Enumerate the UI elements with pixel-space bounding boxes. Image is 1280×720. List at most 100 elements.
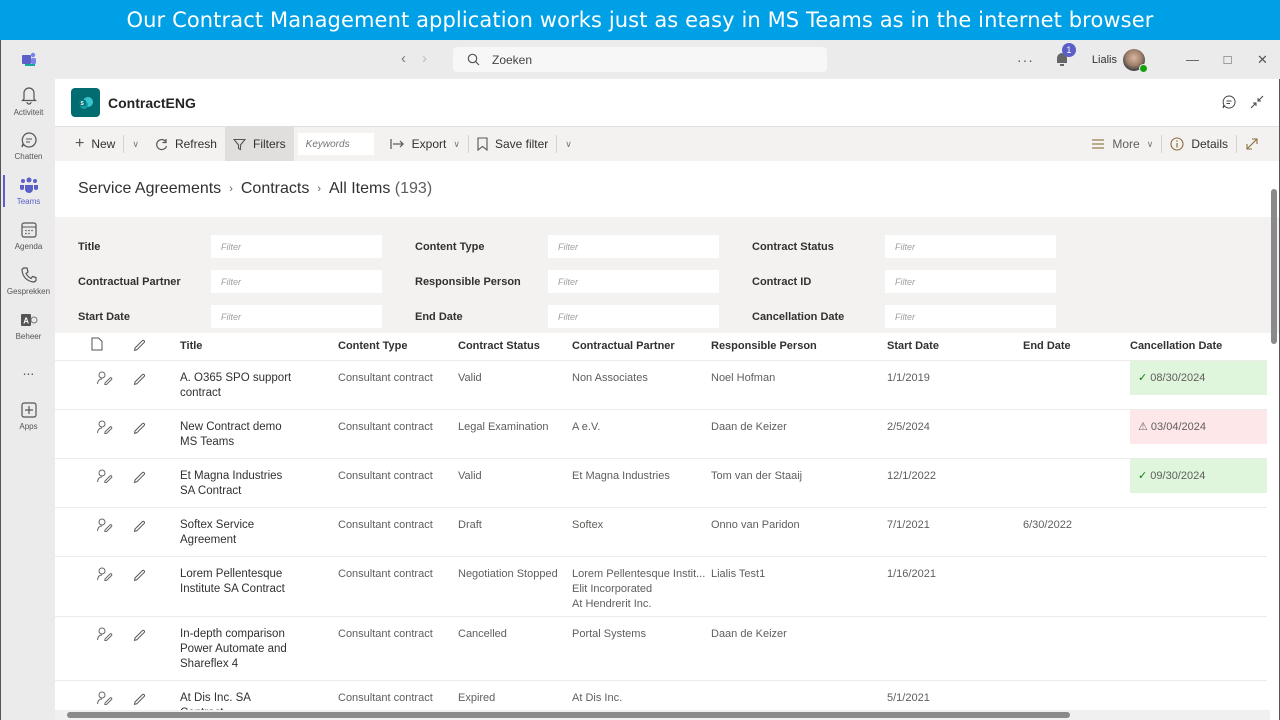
- breadcrumb-item[interactable]: Contracts: [241, 180, 309, 198]
- teams-search-input[interactable]: Zoeken: [453, 47, 827, 72]
- more-options-button[interactable]: ···: [1017, 52, 1034, 68]
- column-header-end-date[interactable]: End Date: [1023, 332, 1130, 361]
- rail-item-chat[interactable]: Chatten: [1, 131, 56, 161]
- filter-end-date-input[interactable]: [548, 305, 719, 328]
- rail-more-button[interactable]: ...: [1, 362, 56, 378]
- pencil-icon[interactable]: [132, 556, 180, 617]
- forward-button[interactable]: ›: [422, 50, 427, 67]
- pencil-icon[interactable]: [132, 507, 180, 557]
- collapse-icon[interactable]: [1249, 94, 1265, 110]
- expand-button[interactable]: [1237, 127, 1279, 161]
- export-button[interactable]: Export ∨: [382, 127, 468, 161]
- row-title-link[interactable]: Et Magna Industries SA Contract: [180, 469, 292, 499]
- pencil-icon[interactable]: [132, 627, 146, 641]
- keywords-input[interactable]: [297, 133, 374, 155]
- cell-content-type: Consultant contract: [338, 616, 458, 681]
- assign-person-icon[interactable]: [91, 409, 132, 459]
- table-row[interactable]: A. O365 SPO support contract Consultant c…: [55, 360, 1267, 410]
- details-button[interactable]: Details: [1162, 127, 1236, 161]
- column-header-start-date[interactable]: Start Date: [887, 332, 1023, 361]
- cell-title[interactable]: Lorem Pellentesque Institute SA Contract: [180, 556, 338, 617]
- filter-start-date-input[interactable]: [211, 305, 382, 328]
- notifications-button[interactable]: 1: [1054, 42, 1076, 70]
- cell-title[interactable]: Et Magna Industries SA Contract: [180, 458, 338, 508]
- pencil-icon[interactable]: [132, 458, 180, 508]
- column-header-cancellation-date[interactable]: Cancellation Date: [1130, 332, 1267, 361]
- column-header-content-type[interactable]: Content Type: [338, 332, 458, 361]
- row-title-link[interactable]: Softex Service Agreement: [180, 518, 292, 548]
- assign-person-icon[interactable]: [97, 567, 113, 581]
- assign-person-icon[interactable]: [91, 458, 132, 508]
- column-header-contractual-partner[interactable]: Contractual Partner: [572, 332, 711, 361]
- column-header-title[interactable]: Title: [180, 332, 338, 361]
- filter-contractual-partner-input[interactable]: [211, 270, 382, 293]
- table-row[interactable]: Lorem Pellentesque Institute SA Contract…: [55, 556, 1267, 617]
- filter-contract-status-input[interactable]: [885, 235, 1056, 258]
- row-title-link[interactable]: A. O365 SPO support contract: [180, 371, 292, 401]
- save-filter-dropdown[interactable]: ∨: [557, 127, 580, 161]
- new-button[interactable]: + New: [55, 127, 123, 161]
- filter-contract-id-input[interactable]: [885, 270, 1056, 293]
- assign-person-icon[interactable]: [97, 469, 113, 483]
- breadcrumb-item[interactable]: Service Agreements: [78, 180, 221, 198]
- column-header-responsible-person[interactable]: Responsible Person: [711, 332, 887, 361]
- assign-person-icon[interactable]: [91, 556, 132, 617]
- filter-cancellation-date-input[interactable]: [885, 305, 1056, 328]
- pencil-icon[interactable]: [132, 691, 146, 705]
- assign-person-icon[interactable]: [97, 371, 113, 385]
- rail-item-apps[interactable]: Apps: [1, 401, 56, 431]
- cell-title[interactable]: Softex Service Agreement: [180, 507, 338, 557]
- assign-person-icon[interactable]: [91, 616, 132, 681]
- row-title-link[interactable]: In-depth comparison Power Automate and S…: [180, 627, 292, 672]
- pencil-icon[interactable]: [132, 518, 146, 532]
- filter-content-type-input[interactable]: [548, 235, 719, 258]
- cell-title[interactable]: In-depth comparison Power Automate and S…: [180, 616, 338, 681]
- table-row[interactable]: Softex Service Agreement Consultant contr…: [55, 507, 1267, 557]
- pencil-icon[interactable]: [132, 469, 146, 483]
- cell-title[interactable]: New Contract demo MS Teams: [180, 409, 338, 459]
- vertical-scrollbar[interactable]: [1270, 174, 1278, 709]
- scroll-thumb[interactable]: [67, 712, 1070, 718]
- pencil-icon[interactable]: [132, 360, 180, 410]
- row-title-link[interactable]: New Contract demo MS Teams: [180, 420, 292, 450]
- assign-person-icon[interactable]: [97, 691, 113, 705]
- scroll-thumb[interactable]: [1271, 189, 1277, 344]
- cell-title[interactable]: A. O365 SPO support contract: [180, 360, 338, 410]
- doc-column-header[interactable]: [91, 332, 132, 361]
- assign-person-icon[interactable]: [91, 360, 132, 410]
- column-header-contract-status[interactable]: Contract Status: [458, 332, 572, 361]
- rail-item-admin[interactable]: A Beheer: [1, 311, 56, 341]
- more-button[interactable]: More ∨: [1083, 127, 1161, 161]
- new-dropdown-button[interactable]: ∨: [124, 127, 147, 161]
- rail-item-calls[interactable]: Gesprekken: [1, 266, 56, 296]
- pencil-icon[interactable]: [132, 409, 180, 459]
- pencil-icon[interactable]: [132, 371, 146, 385]
- table-row[interactable]: Et Magna Industries SA Contract Consultan…: [55, 458, 1267, 508]
- maximize-button[interactable]: □: [1210, 52, 1245, 68]
- back-button[interactable]: ‹: [401, 50, 406, 67]
- table-row[interactable]: New Contract demo MS Teams Consultant con…: [55, 409, 1267, 459]
- filters-button[interactable]: Filters: [224, 127, 294, 161]
- assign-person-icon[interactable]: [97, 627, 113, 641]
- assign-person-icon[interactable]: [97, 518, 113, 532]
- save-filter-button[interactable]: Save filter: [469, 127, 556, 161]
- pencil-icon[interactable]: [132, 616, 180, 681]
- refresh-button[interactable]: Refresh: [147, 127, 225, 161]
- rail-item-teams[interactable]: Teams: [1, 176, 56, 206]
- assign-person-icon[interactable]: [91, 507, 132, 557]
- edit-column-header[interactable]: [132, 332, 180, 361]
- pencil-icon[interactable]: [132, 567, 146, 581]
- table-row[interactable]: In-depth comparison Power Automate and S…: [55, 616, 1267, 681]
- rail-item-calendar[interactable]: Agenda: [1, 221, 56, 251]
- pencil-icon[interactable]: [132, 420, 146, 434]
- close-window-button[interactable]: ✕: [1245, 52, 1280, 68]
- conversation-icon[interactable]: [1221, 94, 1237, 110]
- minimize-button[interactable]: —: [1175, 52, 1210, 68]
- filter-responsible-person-input[interactable]: [548, 270, 719, 293]
- assign-person-icon[interactable]: [97, 420, 113, 434]
- horizontal-scrollbar[interactable]: [55, 710, 1270, 720]
- rail-item-activity[interactable]: Activiteit: [1, 85, 56, 117]
- avatar[interactable]: [1123, 48, 1148, 73]
- filter-title-input[interactable]: [211, 235, 382, 258]
- row-title-link[interactable]: Lorem Pellentesque Institute SA Contract: [180, 567, 292, 597]
